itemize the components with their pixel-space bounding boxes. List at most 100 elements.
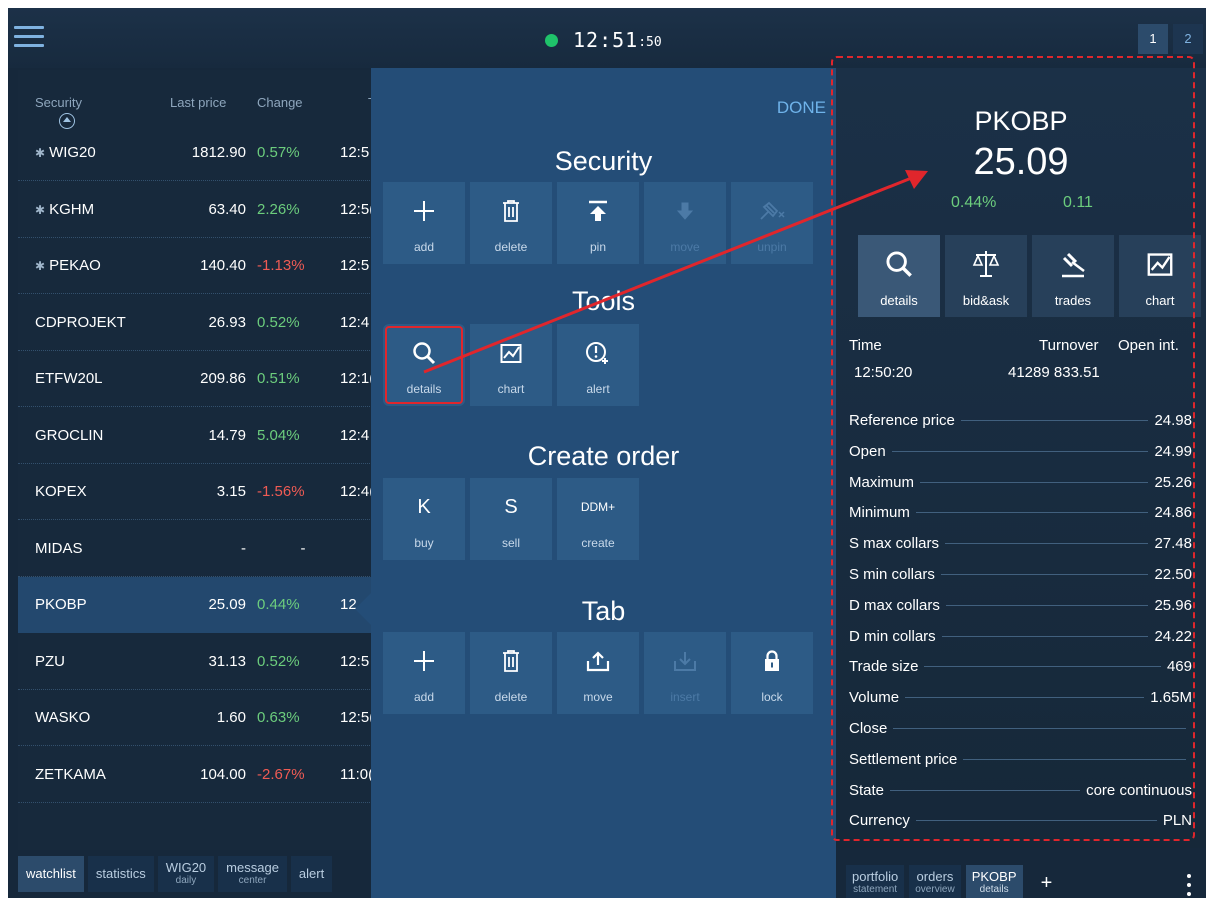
security-pin-button[interactable]: pin — [557, 182, 639, 264]
upload-icon — [557, 646, 639, 676]
buy-icon: K — [417, 495, 431, 518]
stat-label: Volume — [849, 689, 900, 707]
tab-portfolio-statement[interactable]: portfolio statement — [846, 865, 905, 898]
tab-pkobp-details[interactable]: PKOBP details — [965, 865, 1023, 898]
button-label: create — [581, 536, 615, 550]
tab-move-button[interactable]: move — [557, 632, 639, 714]
row-symbol: KOPEX — [35, 483, 87, 500]
stat-label: D min collars — [849, 627, 936, 645]
tab-orders-overview[interactable]: orders overview — [909, 865, 961, 898]
stat-value: 27.48 — [1154, 535, 1192, 553]
turnover-label: Turnover — [1039, 337, 1099, 354]
row-time: 11:0( — [340, 765, 374, 783]
stat-label: Close — [849, 720, 888, 737]
security-add-button[interactable]: add — [383, 182, 465, 264]
stat-label: S min collars — [849, 566, 935, 583]
stat-value: 25.96 — [1154, 596, 1192, 614]
tab-add-button[interactable]: add — [383, 632, 465, 714]
tab-label: watchlist — [26, 866, 76, 881]
watchlist-row[interactable]: CDPROJEKT 26.93 0.52% 12:4 — [18, 295, 388, 351]
row-symbol: PZU — [35, 653, 65, 670]
tools-details-button[interactable]: details — [383, 324, 465, 406]
tab-wig20-daily[interactable]: WIG20 daily — [157, 856, 215, 892]
row-symbol: WASKO — [35, 709, 90, 726]
chart-icon — [1119, 247, 1201, 281]
sell-icon: S — [504, 495, 518, 518]
clock-seconds: :50 — [638, 35, 662, 50]
stat-row: State core continuous — [849, 775, 1192, 806]
tab-delete-button[interactable]: delete — [470, 632, 552, 714]
row-last-price: 63.40 — [208, 200, 246, 218]
order-sell-button[interactable]: S sell — [470, 478, 552, 560]
tab-label: PKOBP — [971, 869, 1017, 884]
tab-label: trades — [1054, 293, 1092, 308]
column-header-last-price[interactable]: Last price — [170, 95, 226, 110]
watchlist-row[interactable]: ✱ PEKAO 140.40 -1.13% 12:5 — [18, 238, 388, 294]
stat-label: State — [849, 781, 885, 799]
tab-alerts[interactable]: alert — [290, 856, 333, 892]
unpin-icon — [731, 196, 813, 226]
row-symbol: ✱ WIG20 — [35, 144, 96, 161]
column-header-change[interactable]: Change — [257, 95, 303, 110]
add-tab-button[interactable]: + — [1036, 865, 1058, 898]
tools-alert-button[interactable]: alert — [557, 324, 639, 406]
watchlist-row[interactable]: KOPEX 3.15 -1.56% 12:4( — [18, 464, 388, 520]
watchlist-row[interactable]: ZETKAMA 104.00 -2.67% 11:0( — [18, 747, 388, 803]
page-tab-2[interactable]: 2 — [1173, 24, 1203, 54]
more-options-icon[interactable] — [1185, 874, 1193, 896]
stat-row: S min collars 22.50 — [849, 559, 1192, 590]
details-tab-chart[interactable]: chart — [1119, 235, 1201, 317]
watchlist-row[interactable]: ETFW20L 209.86 0.51% 12:1( — [18, 351, 388, 407]
tab-message-center[interactable]: message center — [218, 856, 287, 892]
row-change: 0.57% — [257, 144, 300, 161]
column-header-security[interactable]: Security — [35, 95, 82, 110]
watchlist-row[interactable]: ✱ KGHM 63.40 2.26% 12:5( — [18, 182, 388, 238]
tab-sublabel: statement — [853, 884, 898, 895]
row-symbol: ✱ PEKAO — [35, 257, 101, 274]
tab-statistics[interactable]: statistics — [87, 856, 154, 892]
tab-label: chart — [1145, 293, 1175, 308]
tab-label: details — [880, 293, 918, 308]
details-symbol: PKOBP — [974, 106, 1068, 136]
tab-lock-button[interactable]: lock — [731, 632, 813, 714]
tab-label: bid&ask — [962, 293, 1010, 308]
row-last-price: 209.86 — [200, 370, 246, 387]
symbol-text: WIG20 — [49, 144, 96, 161]
button-label: details — [406, 382, 442, 396]
page-tab-1[interactable]: 1 — [1138, 24, 1168, 54]
order-ddm-create-button[interactable]: DDM+ create — [557, 478, 639, 560]
details-tab-bid-ask[interactable]: bid&ask — [945, 235, 1027, 317]
details-tab-trades[interactable]: trades — [1032, 235, 1114, 317]
stat-leader-line — [941, 635, 1149, 637]
row-last-price: 104.00 — [200, 765, 246, 783]
security-unpin-button[interactable]: unpin — [731, 182, 813, 264]
stat-leader-line — [893, 728, 1186, 729]
tab-insert-button[interactable]: insert — [644, 632, 726, 714]
row-change: -1.56% — [257, 483, 305, 500]
button-label: move — [670, 240, 700, 254]
stat-row: Currency PLN — [849, 805, 1192, 836]
watchlist-row[interactable]: PZU 31.13 0.52% 12:5 — [18, 634, 388, 690]
button-label: buy — [414, 536, 434, 550]
tab-label: portfolio — [852, 869, 899, 884]
security-move-button[interactable]: move — [644, 182, 726, 264]
details-tab-details[interactable]: details — [858, 235, 940, 317]
done-button[interactable]: DONE — [777, 98, 826, 118]
row-change: 5.04% — [257, 426, 300, 444]
hamburger-menu-icon[interactable] — [14, 26, 44, 48]
watchlist-row[interactable]: GROCLIN 14.79 5.04% 12:4 — [18, 408, 388, 464]
tab-label: message — [226, 860, 279, 875]
security-delete-button[interactable]: delete — [470, 182, 552, 264]
row-last-price: 3.15 — [216, 483, 246, 500]
watchlist-row[interactable]: WASKO 1.60 0.63% 12:5( — [18, 690, 388, 746]
stat-row: Close — [849, 713, 1192, 744]
order-buy-button[interactable]: K buy — [383, 478, 465, 560]
tools-chart-button[interactable]: chart — [470, 324, 552, 406]
watchlist-row[interactable]: PKOBP 25.09 0.44% 12. — [18, 577, 388, 633]
tab-watchlist[interactable]: watchlist — [18, 856, 84, 892]
watchlist-row[interactable]: MIDAS - - — [18, 521, 388, 577]
security-details-panel: PKOBP 25.09 0.44% 0.11 details bid&ask t… — [836, 68, 1206, 848]
stat-row: S max collars 27.48 — [849, 528, 1192, 559]
button-label: sell — [501, 536, 520, 550]
watchlist-row[interactable]: ✱ WIG20 1812.90 0.57% 12:5 — [18, 125, 388, 181]
